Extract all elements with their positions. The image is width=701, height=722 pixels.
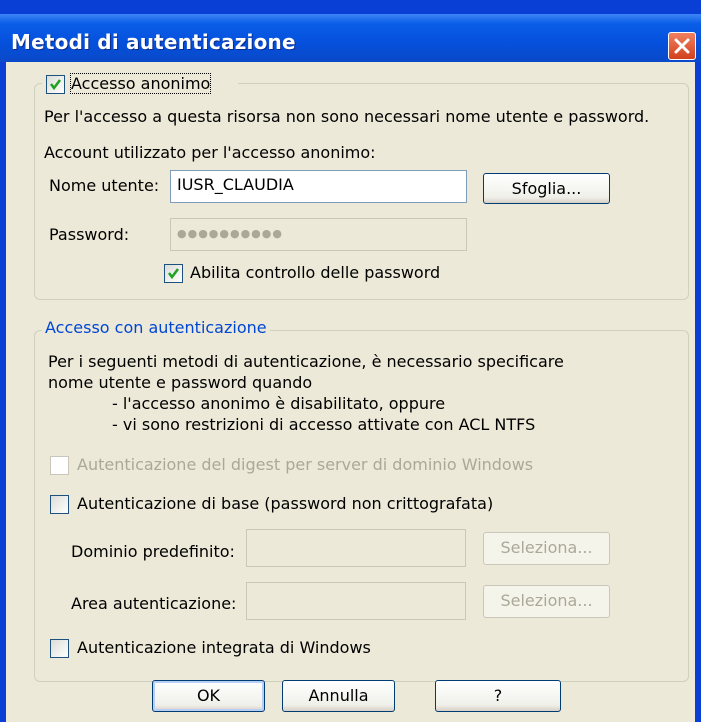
dialog-window: Metodi di autenticazione Accesso anonimo…	[0, 0, 701, 722]
ok-button[interactable]: OK	[152, 680, 265, 712]
checkmark-icon	[168, 268, 179, 280]
window-title: Metodi di autenticazione	[11, 30, 296, 54]
authenticated-access-legend: Accesso con autenticazione	[42, 318, 270, 337]
integrated-auth-label[interactable]: Autenticazione integrata di Windows	[77, 638, 371, 657]
title-bar[interactable]: Metodi di autenticazione	[0, 14, 701, 62]
select-domain-button[interactable]: Seleziona...	[483, 532, 610, 565]
default-domain-label: Dominio predefinito:	[71, 542, 235, 561]
basic-auth-checkbox[interactable]	[50, 495, 69, 514]
authenticated-description-line1: Per i seguenti metodi di autenticazione,…	[48, 352, 564, 371]
authenticated-description-line2: nome utente e password quando	[48, 373, 313, 392]
anonymous-description: Per l'accesso a questa risorsa non sono …	[44, 107, 650, 126]
close-icon	[674, 38, 690, 54]
basic-auth-label[interactable]: Autenticazione di base (password non cri…	[77, 494, 493, 513]
checkmark-icon	[50, 79, 61, 91]
username-label: Nome utente:	[49, 176, 160, 195]
integrated-auth-checkbox[interactable]	[50, 639, 69, 658]
condition-anonymous-disabled: - l'accesso anonimo è disabilitato, oppu…	[112, 394, 446, 413]
select-realm-button[interactable]: Seleziona...	[483, 585, 610, 618]
cancel-button[interactable]: Annulla	[282, 680, 395, 712]
default-domain-field[interactable]	[246, 529, 466, 567]
username-field[interactable]: IUSR_CLAUDIA	[170, 170, 467, 203]
realm-label: Area autenticazione:	[71, 594, 237, 613]
anonymous-access-checkbox[interactable]	[46, 75, 65, 94]
browse-button[interactable]: Sfoglia...	[483, 173, 610, 204]
password-field[interactable]: ●●●●●●●●●●	[170, 218, 467, 251]
anonymous-access-label[interactable]: Accesso anonimo	[69, 73, 212, 94]
help-button[interactable]: ?	[435, 680, 561, 712]
realm-field[interactable]	[246, 582, 466, 620]
condition-acl-restrictions: - vi sono restrizioni di accesso attivat…	[112, 415, 536, 434]
close-button[interactable]	[668, 32, 696, 60]
digest-label[interactable]: Autenticazione del digest per server di …	[77, 455, 533, 474]
account-heading: Account utilizzato per l'accesso anonimo…	[44, 143, 376, 162]
password-control-label[interactable]: Abilita controllo delle password	[190, 263, 440, 282]
digest-checkbox[interactable]	[50, 456, 69, 475]
anonymous-access-legend: Accesso anonimo	[42, 73, 238, 94]
password-control-checkbox[interactable]	[164, 264, 183, 283]
password-label: Password:	[49, 225, 130, 244]
dialog-client-area: Accesso anonimo Per l'accesso a questa r…	[6, 62, 695, 722]
